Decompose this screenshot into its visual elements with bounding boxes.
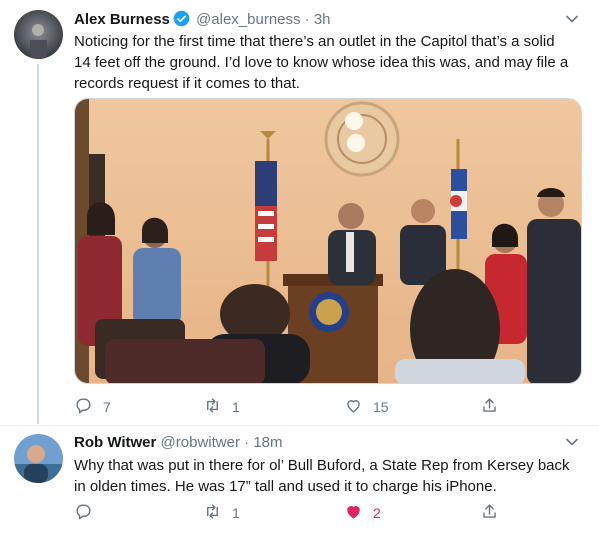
reply-button[interactable]: 7 bbox=[74, 396, 111, 418]
timestamp[interactable]: 3h bbox=[314, 11, 331, 28]
timeline: Alex Burness @alex_burness · 3h Noticing… bbox=[0, 0, 599, 535]
tweet-text: Why that was put in there for ol’ Bull B… bbox=[74, 457, 570, 495]
share-icon bbox=[480, 502, 499, 524]
tweet-photo[interactable] bbox=[74, 98, 582, 384]
tweet-header: Rob Witwer @robwitwer · 18m bbox=[74, 433, 283, 452]
separator-dot: · bbox=[304, 11, 310, 28]
like-button[interactable]: 15 bbox=[344, 396, 389, 418]
reply-button[interactable] bbox=[74, 502, 103, 524]
share-icon bbox=[480, 396, 499, 418]
tweet-actions: 7 1 15 bbox=[74, 396, 504, 418]
tweet-alex-burness[interactable]: Alex Burness @alex_burness · 3h Noticing… bbox=[0, 0, 599, 424]
timestamp[interactable]: 18m bbox=[253, 434, 282, 451]
tweet-header: Alex Burness @alex_burness · 3h bbox=[74, 10, 331, 29]
retweet-button[interactable]: 1 bbox=[203, 396, 240, 418]
separator-dot: · bbox=[244, 434, 250, 451]
retweet-button[interactable]: 1 bbox=[203, 502, 240, 524]
display-name[interactable]: Alex Burness bbox=[74, 11, 170, 28]
share-button[interactable] bbox=[480, 396, 499, 418]
thread-connector bbox=[37, 64, 39, 424]
chevron-down-icon[interactable] bbox=[565, 12, 579, 26]
like-icon bbox=[344, 396, 363, 418]
tweet-text: Noticing for the first time that there’s… bbox=[74, 33, 569, 92]
like-button[interactable]: 2 bbox=[344, 502, 381, 524]
share-button[interactable] bbox=[480, 502, 499, 524]
reply-icon bbox=[74, 502, 93, 524]
tweet-actions: 1 2 bbox=[74, 502, 504, 524]
like-count: 15 bbox=[373, 399, 389, 415]
tweet-rob-witwer[interactable]: Rob Witwer @robwitwer · 18m Why that was… bbox=[0, 426, 599, 535]
retweet-icon bbox=[203, 396, 222, 418]
reply-count: 7 bbox=[103, 399, 111, 415]
retweet-count: 1 bbox=[232, 505, 240, 521]
avatar[interactable] bbox=[14, 434, 63, 483]
like-icon bbox=[344, 502, 363, 524]
retweet-count: 1 bbox=[232, 399, 240, 415]
reply-icon bbox=[74, 396, 93, 418]
like-count: 2 bbox=[373, 505, 381, 521]
handle[interactable]: @alex_burness bbox=[196, 11, 300, 28]
retweet-icon bbox=[203, 502, 222, 524]
chevron-down-icon[interactable] bbox=[565, 435, 579, 449]
verified-icon bbox=[173, 10, 190, 27]
avatar[interactable] bbox=[14, 10, 63, 59]
handle[interactable]: @robwitwer bbox=[161, 434, 240, 451]
display-name[interactable]: Rob Witwer bbox=[74, 434, 156, 451]
press-conference-photo bbox=[75, 99, 581, 383]
